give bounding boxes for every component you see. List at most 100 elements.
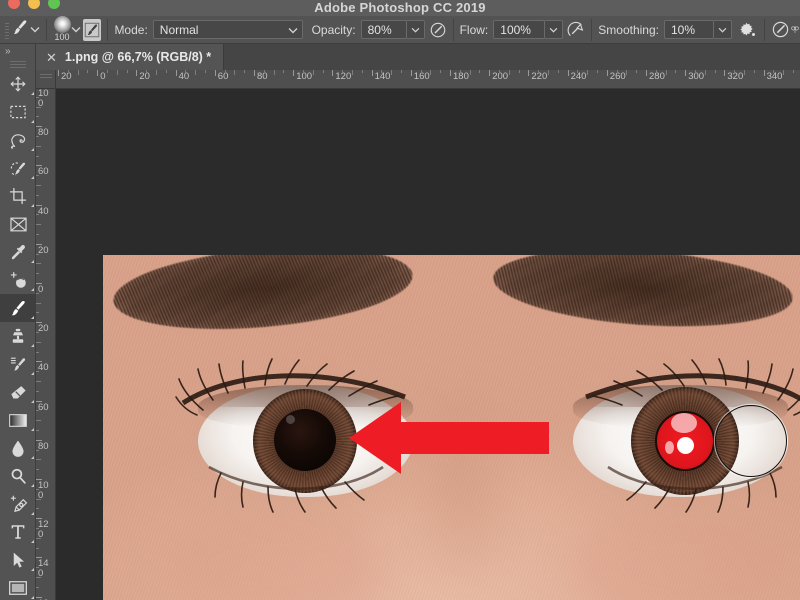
blend-mode-select[interactable]: Normal bbox=[152, 20, 303, 39]
tool-preset-chevron-down-icon[interactable] bbox=[30, 19, 40, 41]
gear-icon[interactable] bbox=[738, 19, 758, 41]
ruler-tick-minor bbox=[675, 70, 677, 73]
ruler-tick-minor bbox=[36, 214, 39, 216]
app-title: Adobe Photoshop CC 2019 bbox=[314, 0, 486, 15]
tool-clone-stamp[interactable] bbox=[0, 322, 36, 350]
red-arrow-annotation bbox=[349, 402, 549, 474]
ruler-label: 100 bbox=[38, 480, 49, 501]
tools-panel-drag-handle[interactable] bbox=[0, 59, 35, 70]
ruler-label: 180 bbox=[453, 71, 469, 82]
ruler-tick-minor bbox=[36, 96, 39, 98]
tool-eraser[interactable] bbox=[0, 378, 36, 406]
ruler-label: 20 bbox=[38, 244, 49, 256]
ruler-tick-minor bbox=[36, 155, 39, 157]
ruler-label: 40 bbox=[178, 71, 190, 82]
tool-flyout-indicator bbox=[31, 540, 34, 543]
ruler-tick-minor bbox=[273, 70, 275, 75]
ruler-tick-minor bbox=[322, 70, 324, 73]
tool-crop[interactable] bbox=[0, 182, 36, 210]
ruler-tick-minor bbox=[499, 70, 500, 73]
ruler-label: 220 bbox=[531, 71, 548, 82]
tool-frame[interactable] bbox=[0, 210, 36, 238]
ruler-tick-minor bbox=[36, 459, 41, 461]
ruler-origin-corner[interactable] bbox=[36, 70, 56, 89]
tool-eyedropper[interactable] bbox=[0, 238, 36, 266]
smoothing-chevron-down-icon[interactable] bbox=[713, 20, 732, 39]
flow-value[interactable]: 100% bbox=[493, 20, 546, 39]
opacity-control[interactable]: 80% bbox=[360, 20, 425, 39]
document-tab-bar: ✕ 1.png @ 66,7% (RGB/8) * bbox=[36, 44, 800, 70]
options-separator-1 bbox=[45, 18, 47, 41]
tool-brush[interactable] bbox=[0, 294, 36, 322]
tool-flyout-indicator bbox=[31, 400, 34, 403]
opacity-chevron-down-icon[interactable] bbox=[406, 20, 425, 39]
document-tab-1png[interactable]: ✕ 1.png @ 66,7% (RGB/8) * bbox=[36, 44, 225, 70]
soft-round-brush-icon bbox=[53, 15, 71, 33]
smoothing-value[interactable]: 10% bbox=[663, 20, 714, 39]
airbrush-icon[interactable] bbox=[567, 19, 585, 41]
ruler-tick-minor bbox=[577, 70, 579, 73]
canvas-area[interactable] bbox=[56, 89, 800, 600]
ruler-label: 40 bbox=[38, 205, 49, 217]
ruler-tick-minor bbox=[616, 70, 618, 73]
tool-flyout-indicator bbox=[31, 456, 34, 459]
expand-chevrons-icon[interactable]: » bbox=[0, 44, 35, 59]
tool-lasso[interactable] bbox=[0, 126, 36, 154]
tool-move[interactable] bbox=[0, 70, 36, 98]
ruler-tick-minor bbox=[146, 70, 148, 73]
options-bar-drag-handle[interactable] bbox=[3, 19, 9, 40]
ruler-tick-minor bbox=[459, 70, 461, 73]
tool-type[interactable] bbox=[0, 518, 36, 546]
ruler-tick-minor bbox=[36, 410, 39, 412]
ruler-tick-minor bbox=[87, 70, 89, 73]
vertical-ruler[interactable]: 10080604020020406080100120140160 bbox=[36, 89, 56, 600]
ruler-tick-minor bbox=[36, 302, 41, 304]
tool-history-brush[interactable] bbox=[0, 350, 36, 378]
tool-path-selection[interactable] bbox=[0, 546, 36, 574]
brush-tool-icon bbox=[11, 18, 30, 42]
flow-control[interactable]: 100% bbox=[493, 20, 564, 39]
tool-gradient[interactable] bbox=[0, 406, 36, 434]
ruler-label: 20 bbox=[61, 71, 72, 82]
ruler-tick-minor bbox=[116, 70, 118, 75]
ruler-tick-minor bbox=[783, 70, 785, 75]
tool-dodge[interactable] bbox=[0, 462, 36, 490]
tool-pen[interactable] bbox=[0, 490, 36, 518]
flow-label: Flow: bbox=[459, 22, 489, 37]
brush-preset-chevron-down-icon[interactable] bbox=[71, 19, 81, 41]
tool-blur[interactable] bbox=[0, 434, 36, 462]
ruler-label: 60 bbox=[217, 71, 229, 82]
ruler-tick-minor bbox=[636, 70, 638, 73]
smoothing-control[interactable]: 10% bbox=[663, 20, 732, 39]
pressure-opacity-icon[interactable] bbox=[429, 19, 447, 41]
tool-spot-healing-brush[interactable] bbox=[0, 266, 36, 294]
ruler-tick-minor bbox=[430, 70, 432, 75]
tool-quick-selection[interactable] bbox=[0, 154, 36, 182]
ruler-tick-minor bbox=[36, 136, 39, 137]
close-icon[interactable]: ✕ bbox=[46, 51, 57, 64]
tool-preset-picker[interactable] bbox=[11, 19, 30, 41]
ruler-label: 200 bbox=[492, 71, 509, 82]
brush-settings-panel-icon[interactable] bbox=[83, 18, 102, 41]
horizontal-ruler[interactable]: 20 0 20 40 60 80 100 120 140 160 180 200 220 240 260 28… bbox=[56, 70, 800, 89]
ruler-tick-minor bbox=[67, 70, 69, 73]
tool-options-bar: 100 Mode: Normal Opacity: 80% Flow: 100%… bbox=[0, 15, 800, 44]
ruler-tick-minor bbox=[224, 70, 226, 73]
ruler-tick-minor bbox=[36, 292, 39, 294]
ruler-tick-minor bbox=[36, 341, 41, 343]
ruler-tick-minor bbox=[234, 70, 236, 75]
tool-rectangular-marquee[interactable] bbox=[0, 98, 36, 126]
title-bar: Adobe Photoshop CC 2019 bbox=[0, 0, 800, 16]
ruler-tick-minor bbox=[508, 70, 510, 75]
document-image[interactable] bbox=[103, 255, 800, 600]
tool-flyout-indicator bbox=[31, 204, 34, 207]
symmetry-butterfly-icon[interactable] bbox=[790, 19, 800, 41]
pressure-size-icon[interactable] bbox=[771, 19, 790, 41]
brush-preset-picker[interactable]: 100 bbox=[53, 15, 72, 43]
opacity-value[interactable]: 80% bbox=[360, 20, 407, 39]
tool-rectangle[interactable] bbox=[0, 574, 36, 600]
ruler-tick-minor bbox=[36, 273, 39, 275]
ruler-tick-minor bbox=[36, 234, 39, 235]
flow-chevron-down-icon[interactable] bbox=[545, 20, 564, 39]
ruler-label: 40 bbox=[38, 362, 49, 374]
